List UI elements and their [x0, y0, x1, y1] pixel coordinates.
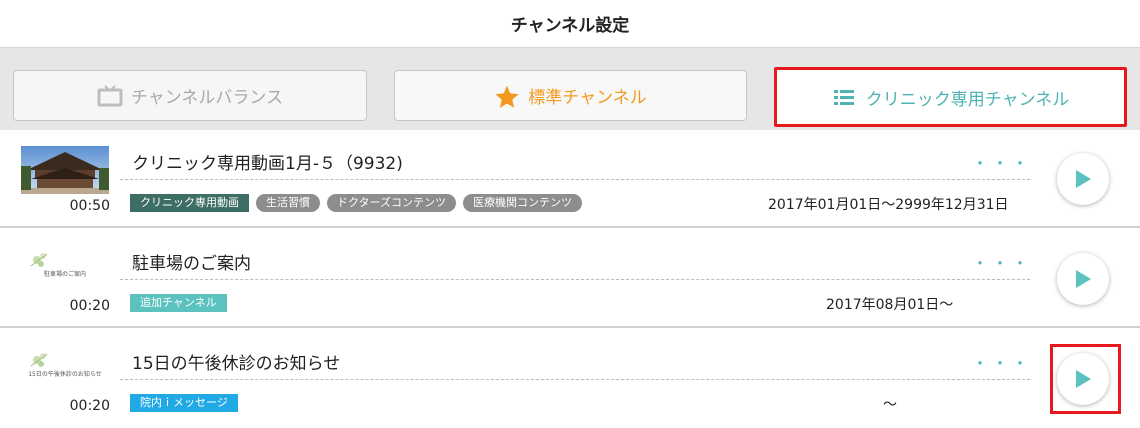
more-options-icon[interactable]: ・・・ [972, 350, 1032, 374]
more-options-icon[interactable]: ・・・ [972, 150, 1032, 174]
star-icon [494, 84, 519, 108]
tag-clinic-message: 院内ｉメッセージ [130, 394, 238, 412]
row-divider [120, 379, 1030, 380]
play-button[interactable] [1057, 153, 1109, 205]
tag-medical-contents: 医療機関コンテンツ [463, 194, 583, 212]
video-duration: 00:20 [69, 398, 110, 414]
tag-clinic-video: クリニック専用動画 [130, 194, 249, 212]
thumbnail-notice-image: 15日の午後休診のお知らせ [21, 346, 109, 394]
play-icon [1076, 270, 1091, 288]
play-button[interactable] [1057, 353, 1109, 405]
video-duration: 00:50 [69, 198, 110, 214]
tag-lifestyle: 生活習慣 [256, 194, 320, 212]
tab-channel-balance-label: チャンネルバランス [130, 88, 284, 108]
page-title: チャンネル設定 [510, 16, 630, 36]
video-title: 駐車場のご案内 [132, 254, 251, 274]
list-item: 駐車場のご案内 00:20 駐車場のご案内 ・・・ 追加チャンネル 2017年0… [0, 230, 1140, 328]
tag-list: 院内ｉメッセージ [130, 394, 238, 412]
tab-channel-balance[interactable]: チャンネルバランス [13, 70, 367, 121]
video-title: クリニック専用動画1月-５（9932) [132, 154, 403, 174]
row-divider [120, 179, 1030, 180]
tv-icon [97, 84, 123, 108]
play-icon [1076, 370, 1091, 388]
schedule-date: 2017年01月01日〜2999年12月31日 [768, 197, 1009, 213]
header-bar: チャンネル設定 [0, 0, 1140, 48]
tab-bar: チャンネルバランス 標準チャンネル クリニック専用チャンネル [0, 48, 1140, 130]
tag-list: 追加チャンネル [130, 294, 227, 312]
more-options-icon[interactable]: ・・・ [972, 250, 1032, 274]
thumbnail-parking-image: 駐車場のご案内 [21, 246, 109, 294]
tag-added-channel: 追加チャンネル [130, 294, 227, 312]
tag-list: クリニック専用動画 生活習慣 ドクターズコンテンツ 医療機関コンテンツ [130, 194, 583, 212]
video-title: 15日の午後休診のお知らせ [132, 354, 341, 374]
list-item: 00:50 クリニック専用動画1月-５（9932) ・・・ クリニック専用動画 … [0, 130, 1140, 228]
tab-clinic-channel-label: クリニック専用チャンネル [865, 89, 1070, 110]
schedule-date: 〜 [883, 397, 897, 413]
list-icon [832, 85, 856, 109]
tag-doctors-contents: ドクターズコンテンツ [327, 194, 457, 212]
video-duration: 00:20 [69, 298, 110, 314]
tab-clinic-channel[interactable]: クリニック専用チャンネル [774, 67, 1127, 127]
schedule-date: 2017年08月01日〜 [826, 297, 954, 313]
play-icon [1076, 170, 1091, 188]
thumbnail-temple-image [21, 146, 109, 194]
tab-standard-channel-label: 標準チャンネル [528, 88, 647, 108]
thumbnail-caption: 駐車場のご案内 [43, 271, 86, 278]
row-divider [120, 279, 1030, 280]
list-item: 15日の午後休診のお知らせ 00:20 15日の午後休診のお知らせ ・・・ 院内… [0, 330, 1140, 428]
play-button[interactable] [1057, 253, 1109, 305]
tab-standard-channel[interactable]: 標準チャンネル [394, 70, 747, 121]
thumbnail-caption: 15日の午後休診のお知らせ [28, 371, 102, 378]
